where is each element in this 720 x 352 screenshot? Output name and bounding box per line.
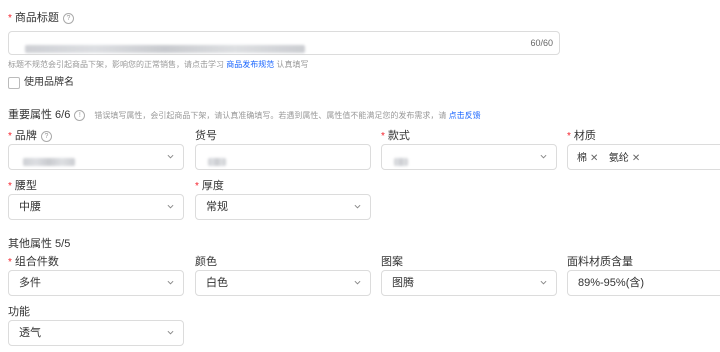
brand-label: * 品牌? [8,129,52,144]
function-label: 功能 [8,306,30,318]
style-value-blurred [394,153,408,171]
title-field-label: * 商品标题? [8,11,74,26]
color-select[interactable]: 白色 [195,270,371,296]
style-select[interactable] [381,144,557,170]
chevron-down-icon [167,330,174,335]
help-icon[interactable]: ? [40,131,52,142]
title-char-counter: 60/60 [530,38,553,48]
close-icon[interactable]: ✕ [632,153,640,164]
function-select[interactable]: 透气 [8,320,184,346]
fabric-content-value: 89%-95%(含) [578,277,645,289]
waist-type-select[interactable]: 中腰 [8,194,184,220]
article-no-input[interactable] [195,144,371,170]
fabric-content-label: 面料材质含量 [567,256,633,268]
help-icon[interactable]: ? [62,13,74,24]
brand-value-blurred [23,153,75,171]
style-label: * 款式 [381,130,410,142]
title-value-blurred [25,40,305,58]
pattern-label: 图案 [381,256,403,268]
title-input[interactable]: 60/60 [8,31,560,55]
function-value: 透气 [19,327,41,339]
chevron-down-icon [540,154,547,159]
chevron-down-icon [354,280,361,285]
material-tag: 棉 ✕ [577,153,599,164]
pattern-select[interactable]: 图腾 [381,270,557,296]
feedback-link[interactable]: 点击反馈 [449,111,481,120]
piece-count-label: * 组合件数 [8,256,59,268]
chevron-down-icon [167,280,174,285]
material-multiselect[interactable]: 棉 ✕ 氨纶 ✕ [567,144,720,170]
publish-rules-link[interactable]: 商品发布规范 [226,60,274,69]
chevron-down-icon [354,204,361,209]
piece-count-select[interactable]: 多件 [8,270,184,296]
waist-type-value: 中腰 [19,201,41,213]
material-tag: 氨纶 ✕ [608,153,641,164]
other-section-header: 其他属性 5/5 [8,238,71,250]
thickness-value: 常规 [206,201,228,213]
material-label: * 材质 [567,130,596,142]
fabric-content-select[interactable]: 89%-95%(含) [567,270,720,296]
important-section-hint: 错误填写属性，会引起商品下架，请认真准确填写。若遇到属性、属性值不能满足您的发布… [94,111,481,120]
article-no-label: 货号 [195,130,217,142]
use-brand-label: 使用品牌名 [24,77,74,88]
waist-type-label: * 腰型 [8,180,37,192]
important-section-header: 重要属性 6/6! 错误填写属性，会引起商品下架，请认真准确填写。若遇到属性、属… [8,109,481,121]
thickness-label: * 厚度 [195,180,224,192]
chevron-down-icon [540,280,547,285]
title-hint: 标题不规范会引起商品下架，影响您的正常销售，请点击学习 商品发布规范 认真填写 [8,60,309,69]
brand-select[interactable] [8,144,184,170]
piece-count-value: 多件 [19,277,41,289]
pattern-value: 图腾 [392,277,414,289]
help-icon[interactable]: ! [74,110,86,121]
color-label: 颜色 [195,256,217,268]
chevron-down-icon [167,154,174,159]
close-icon[interactable]: ✕ [590,153,598,164]
article-no-value-blurred [208,153,226,171]
use-brand-checkbox[interactable] [8,77,20,89]
thickness-select[interactable]: 常规 [195,194,371,220]
chevron-down-icon [167,204,174,209]
color-value: 白色 [206,277,228,289]
